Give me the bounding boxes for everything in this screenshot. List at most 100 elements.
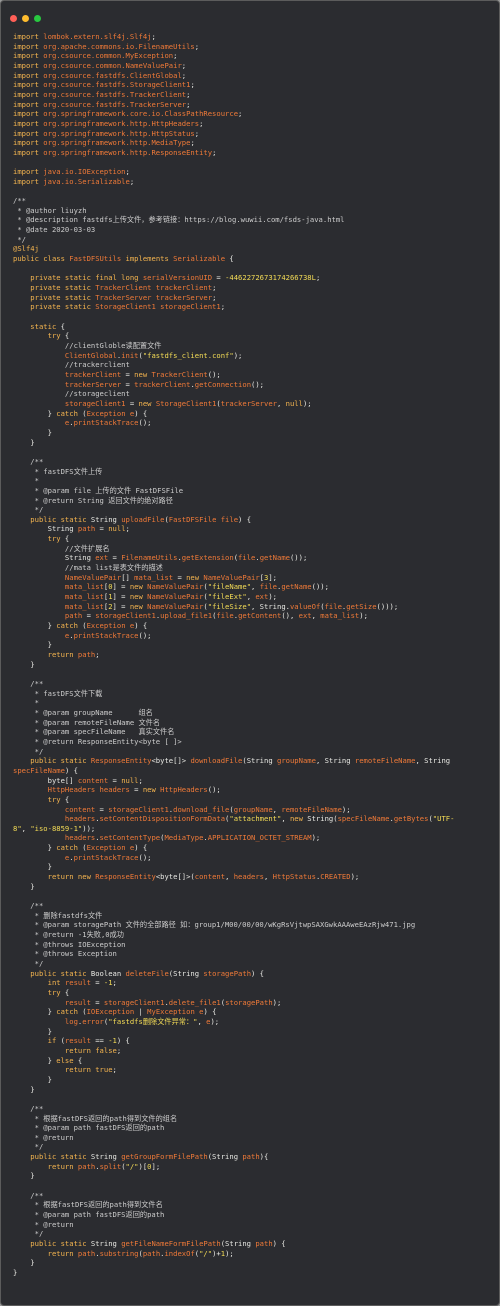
code-line: /** [13,679,493,689]
code-line: */ [13,1142,493,1152]
code-token: * 根据fastDFS返回的path得到文件的组名 [13,1113,178,1123]
code-token: ; [125,524,130,534]
code-token: new [129,582,148,592]
code-line: * @param storagePath 文件的全部路径 如：group1/M0… [13,920,493,930]
code-token: file [216,611,234,621]
code-token: , [264,872,273,882]
code-token: , [225,872,234,882]
code-token: IOException [86,1007,135,1017]
code-token: implements [121,254,174,264]
code-token: headers [233,872,265,882]
code-token: public class [13,254,70,264]
code-line: if (result == -1) { [13,1036,493,1046]
code-token: * @return String 返回文件的绝对路径 [13,495,173,505]
code-line: } [13,1027,493,1037]
code-token: storageClient1 [108,804,169,814]
code-line: */ [13,235,493,245]
code-line: return path.split("/")[0]; [13,1162,493,1172]
code-token: == [90,1036,109,1046]
code-line: * @return [13,1133,493,1143]
code-token: getBytes [393,814,429,824]
code-token: setContentDispositionFormData [99,814,226,824]
code-token: } [13,408,57,418]
code-token: ) { [272,1239,286,1249]
code-token: content [194,872,226,882]
code-token: getSize [346,601,377,611]
code-token: storagePath [225,997,273,1007]
code-line: public class FastDFSUtils implements Ser… [13,254,493,264]
code-token: serialVersionUID [142,273,213,283]
code-line: storageClient1 = new StorageClient1(trac… [13,399,493,409]
code-line: } catch (Exception e) { [13,409,493,419]
code-line: * @date 2020-03-03 [13,225,493,235]
code-token: ClientGlobal [13,350,117,360]
code-token: Serializable [173,254,226,264]
code-line: trackerClient = new TrackerClient(); [13,370,493,380]
code-token: } [13,437,35,447]
code-token: NameValuePair [203,572,260,582]
code-token: Boolean [90,968,126,978]
code-token: ResponseEntity [90,756,152,766]
code-token: ; [186,99,191,109]
code-token: public static [13,756,91,766]
code-token: TrackerClient [151,369,208,379]
code-line: * @description fastdfs上传文件，参考链接：https://… [13,215,493,225]
code-token: ); [272,997,282,1007]
code-token: * @description fastdfs上传文件，参考链接：https://… [13,215,345,225]
code-token: content [13,804,96,814]
code-token: ( [56,1036,65,1046]
code-line: /** [13,901,493,911]
code-token: getName [281,582,312,592]
code-line: * [13,698,493,708]
code-token: ; [194,128,200,138]
code-token: org.springframework.http.ResponseEntity [43,147,213,157]
code-token: org.springframework.http.MediaType [43,138,191,148]
code-token: { [60,534,70,544]
code-line: * @throws Exception [13,949,493,959]
code-token: = [129,785,143,795]
code-token: ]; [151,1161,161,1171]
code-token: printStackTrace [73,852,139,862]
code-token: valueOf [289,601,321,611]
minimize-icon[interactable] [22,15,29,22]
code-token: * @param file 上传的文件 FastDFSFile [13,485,184,495]
code-token: storageClient1 [13,398,126,408]
code-token: getGroupFormFilePath [121,1152,208,1162]
code-token: ; [199,118,204,128]
code-token: (); [138,630,152,640]
code-line: public static ResponseEntity<byte[]> dow… [13,756,493,766]
code-token: <byte[]>( [155,872,195,882]
code-token: } [13,1171,35,1181]
code-token: ); [302,398,312,408]
code-token: return true [13,1065,113,1075]
code-token: APPLICATION_OCTET_STREAM [207,833,312,843]
code-line: import org.springframework.http.MediaTyp… [13,138,493,148]
code-token: FastDFSUtils [69,254,122,264]
code-token: import [13,109,39,119]
code-token: new [129,601,148,611]
code-token: private static [13,283,96,293]
code-token: file [324,601,342,611]
code-line: e.printStackTrace(); [13,853,493,863]
code-line: //文件扩展名 [13,544,493,554]
code-token: = [95,804,109,814]
code-line: */ [13,505,493,515]
code-token: "/" [125,1161,139,1171]
code-token: private static [13,302,96,312]
maximize-icon[interactable] [34,15,41,22]
code-token: ; [173,51,178,61]
code-token: indexOf [164,1248,195,1258]
code-token: = [108,775,122,785]
code-token: return [13,1161,78,1171]
code-token: private static [13,292,96,302]
code-token: NameValuePair [147,601,204,611]
code-token: * [13,476,39,486]
code-line: } [13,1268,493,1278]
close-icon[interactable] [10,15,17,22]
code-line: mata_list[2] = new NameValuePair("fileSi… [13,602,493,612]
code-token: = [90,978,104,988]
